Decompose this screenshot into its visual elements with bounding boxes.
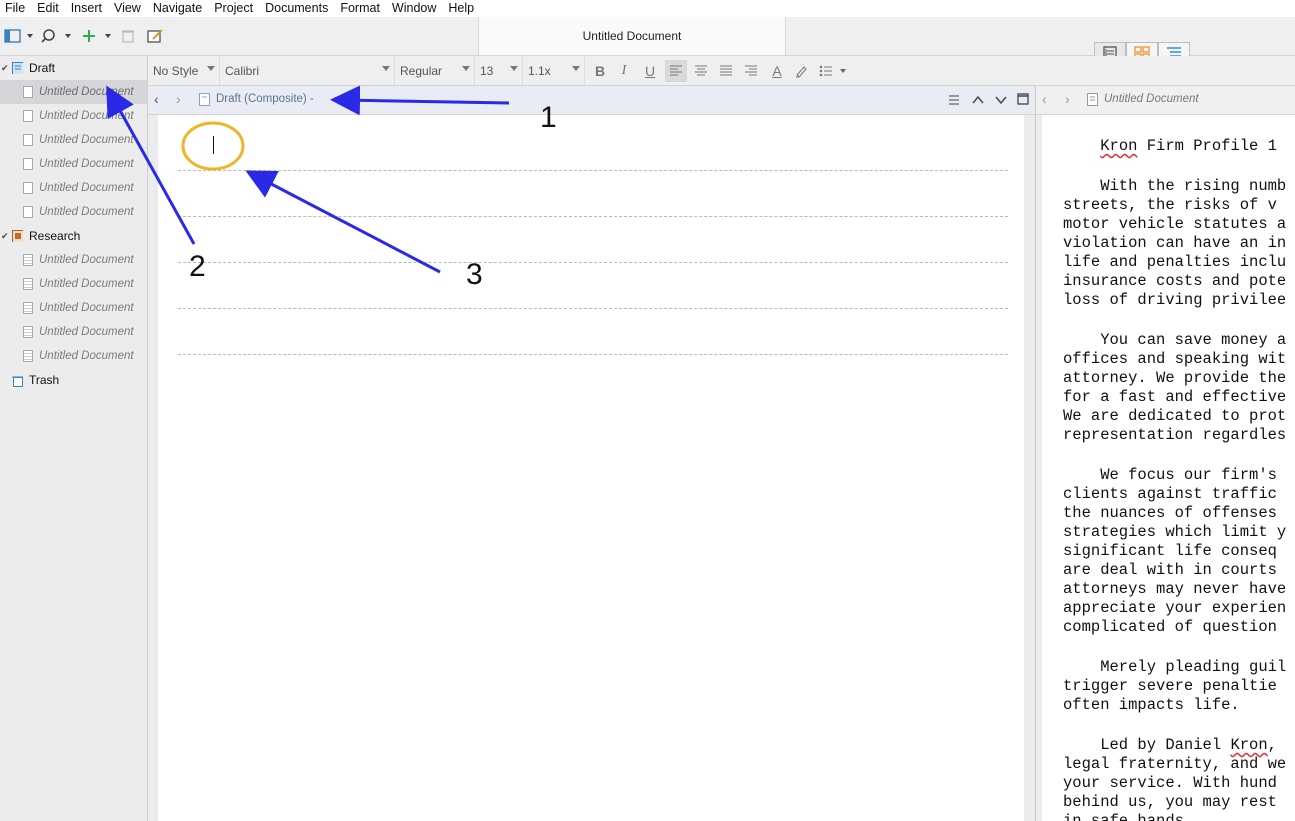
annotation-arrow-3 bbox=[245, 170, 441, 274]
annotation-circle bbox=[181, 121, 245, 171]
annotation-overlay bbox=[106, 85, 510, 274]
annotation-arrow-1 bbox=[330, 85, 510, 116]
annotation-label-3: 3 bbox=[466, 258, 483, 291]
annotation-label-2: 2 bbox=[189, 250, 206, 283]
annotation-arrow-2 bbox=[106, 85, 196, 245]
annotation-label-1: 1 bbox=[540, 101, 557, 134]
